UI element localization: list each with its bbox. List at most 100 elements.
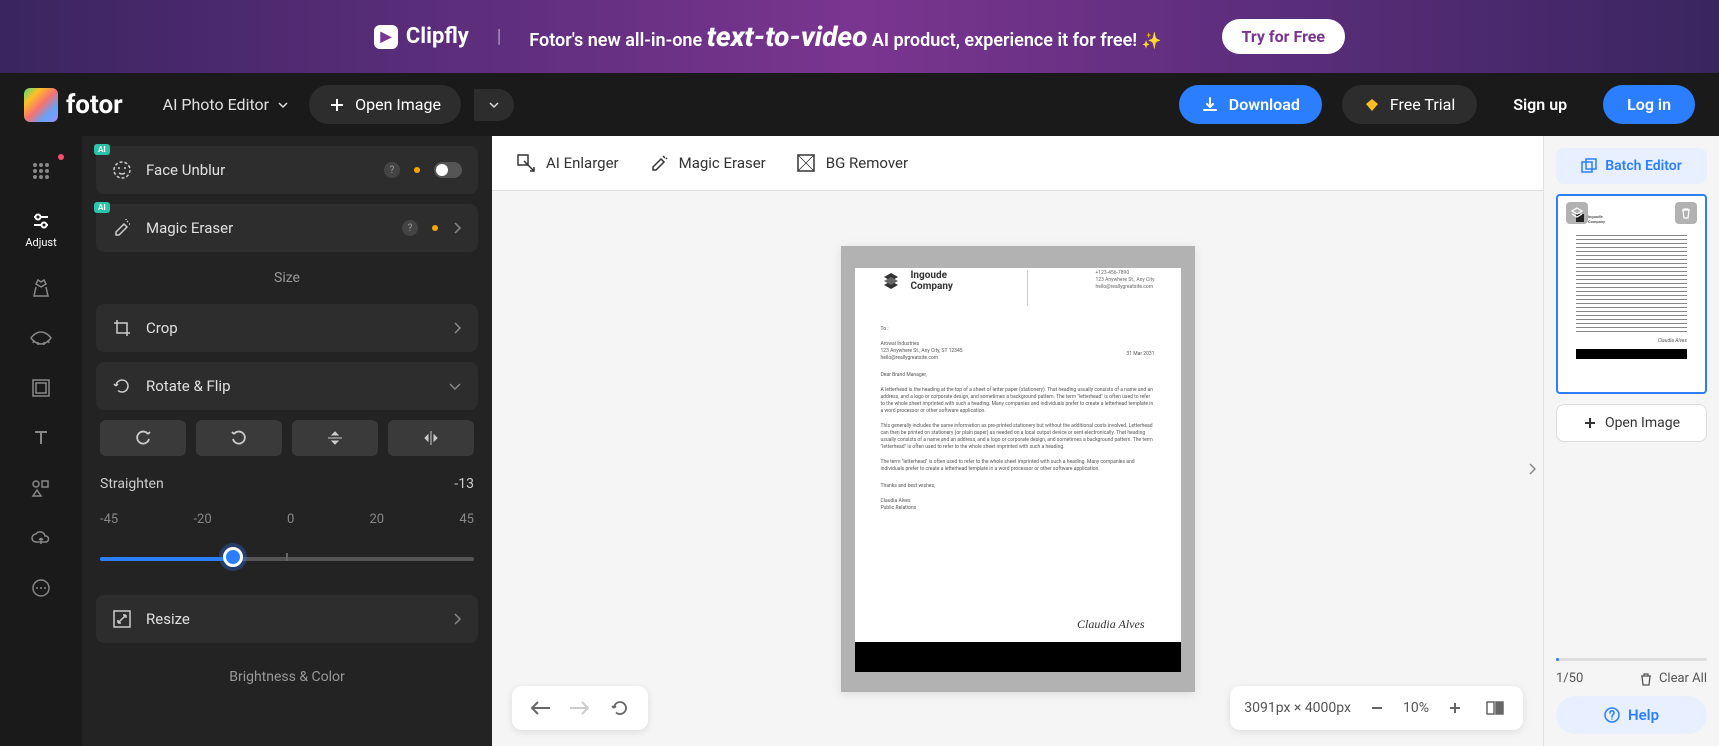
batch-editor-button[interactable]: Batch Editor [1556,148,1707,184]
open-image-button[interactable]: Open Image [309,85,461,124]
magic-eraser-tool-label: Magic Eraser [679,154,766,172]
rail-item-beauty[interactable] [0,313,82,363]
text-icon [30,427,52,449]
fotor-logo[interactable]: fotor [24,88,123,122]
rotate-ccw-button[interactable] [196,420,282,456]
diamond-icon [1364,97,1380,113]
straighten-slider[interactable] [100,547,474,567]
document-canvas[interactable]: Ingoude Company +123-456-7890 123 Anywhe… [841,246,1195,692]
body-para-1: A letterhead is the heading at the top o… [881,387,1155,415]
left-rail: Adjust [0,136,82,746]
open-image-dropdown[interactable] [473,89,514,121]
enlarger-icon [516,153,536,173]
size-section-title: Size [96,262,478,294]
free-trial-button[interactable]: Free Trial [1342,85,1477,124]
plus-icon [1583,416,1597,430]
face-unblur-icon [112,160,132,180]
contact-block: +123-456-7890 123 Anywhere St., Any City… [1095,270,1154,291]
history-controls [512,686,648,730]
reset-button[interactable] [606,694,634,722]
login-button[interactable]: Log in [1603,85,1695,124]
bg-remover-icon [796,153,816,173]
rail-item-more[interactable] [0,563,82,613]
editor-mode-dropdown[interactable]: AI Photo Editor [163,95,289,114]
rail-item-adjust[interactable]: Adjust [0,196,82,263]
recipient-address: 123 Anywhere St., Any City, ST 12345 [881,348,963,355]
zoom-level: 10% [1403,700,1429,716]
document-content: Ingoude Company +123-456-7890 123 Anywhe… [841,246,1195,692]
upload-progress [1556,658,1707,661]
adjust-icon [30,210,52,232]
tick-label: -45 [100,512,118,527]
canvas-expand-right[interactable] [1525,449,1539,489]
salutation: Dear Brand Manager, [881,372,1155,379]
canvas-viewport[interactable]: Ingoude Company +123-456-7890 123 Anywhe… [492,191,1543,746]
download-label: Download [1229,95,1300,114]
sender-name: Claudia Alves [881,498,1155,505]
thumb-layers-button[interactable] [1566,202,1588,224]
banner-text-post: AI product, experience it for free! [867,30,1137,51]
crop-item[interactable]: Crop [96,304,478,352]
bg-remover-label: BG Remover [826,154,908,172]
try-free-button[interactable]: Try for Free [1222,19,1346,54]
chevron-down-icon [277,99,289,111]
banner-text: Fotor's new all-in-one text-to-video AI … [529,20,1161,53]
cloud-upload-icon [30,527,52,549]
batch-editor-label: Batch Editor [1605,158,1681,174]
rail-item-elements[interactable] [0,463,82,513]
document-body: To : Arowai Industries 123 Anywhere St.,… [881,326,1155,512]
eye-icon [30,327,52,349]
recipient-email: hello@reallygreatsite.com [881,355,963,362]
redo-button[interactable] [566,694,594,722]
banner-text-pre: Fotor's new all-in-one [529,30,706,51]
thumb-delete-button[interactable] [1675,202,1697,224]
ai-badge: AI [94,144,110,155]
open-image-right-button[interactable]: Open Image [1556,404,1707,442]
rotate-flip-label: Rotate & Flip [146,377,434,395]
rail-item-cloud[interactable] [0,513,82,563]
thumb-preview: IngoudeCompany Claudia Alves [1566,204,1697,384]
ai-enlarger-tool[interactable]: AI Enlarger [516,153,619,173]
rail-item-effects[interactable] [0,263,82,313]
crop-icon [112,318,132,338]
free-trial-label: Free Trial [1390,95,1455,114]
image-count: 1/50 [1556,671,1583,686]
canvas-area: AI Enlarger Magic Eraser BG Remover [492,136,1543,746]
main-layout: Adjust AI Face Unblur ? [0,136,1719,746]
clear-all-button[interactable]: Clear All [1639,671,1707,686]
signup-button[interactable]: Sign up [1497,85,1583,124]
help-button[interactable]: Help [1556,696,1707,734]
download-button[interactable]: Download [1179,85,1322,124]
grid-icon [30,160,52,182]
banner-highlight: text-to-video [707,20,868,53]
open-image-label: Open Image [355,95,441,114]
zoom-out-button[interactable] [1363,694,1391,722]
rotate-flip-item[interactable]: Rotate & Flip [96,362,478,410]
flip-vertical-button[interactable] [292,420,378,456]
help-icon[interactable]: ? [402,220,418,236]
rail-item-text[interactable] [0,413,82,463]
flip-horizontal-button[interactable] [388,420,474,456]
compare-button[interactable] [1481,694,1509,722]
rail-item-apps[interactable] [0,146,82,196]
clipfly-logo: ▶ Clipfly [374,24,469,49]
resize-item[interactable]: Resize [96,595,478,643]
face-unblur-item[interactable]: AI Face Unblur ? [96,146,478,194]
magic-eraser-item[interactable]: AI Magic Eraser ? [96,204,478,252]
image-thumbnail[interactable]: IngoudeCompany Claudia Alves [1556,194,1707,394]
contact-address: 123 Anywhere St., Any City [1095,277,1154,284]
chevron-down-icon [448,381,462,391]
zoom-in-button[interactable] [1441,694,1469,722]
undo-button[interactable] [526,694,554,722]
magic-eraser-icon [112,218,132,238]
tick-label: 20 [370,512,385,527]
face-unblur-toggle[interactable] [434,162,462,178]
magic-eraser-tool[interactable]: Magic Eraser [649,153,766,173]
help-icon[interactable]: ? [384,162,400,178]
slider-thumb[interactable] [223,547,243,567]
rail-item-frames[interactable] [0,363,82,413]
shapes-icon [30,477,52,499]
bg-remover-tool[interactable]: BG Remover [796,153,908,173]
rotate-cw-button[interactable] [100,420,186,456]
adjust-panel: AI Face Unblur ? AI Magic Eraser ? Size … [82,136,492,746]
